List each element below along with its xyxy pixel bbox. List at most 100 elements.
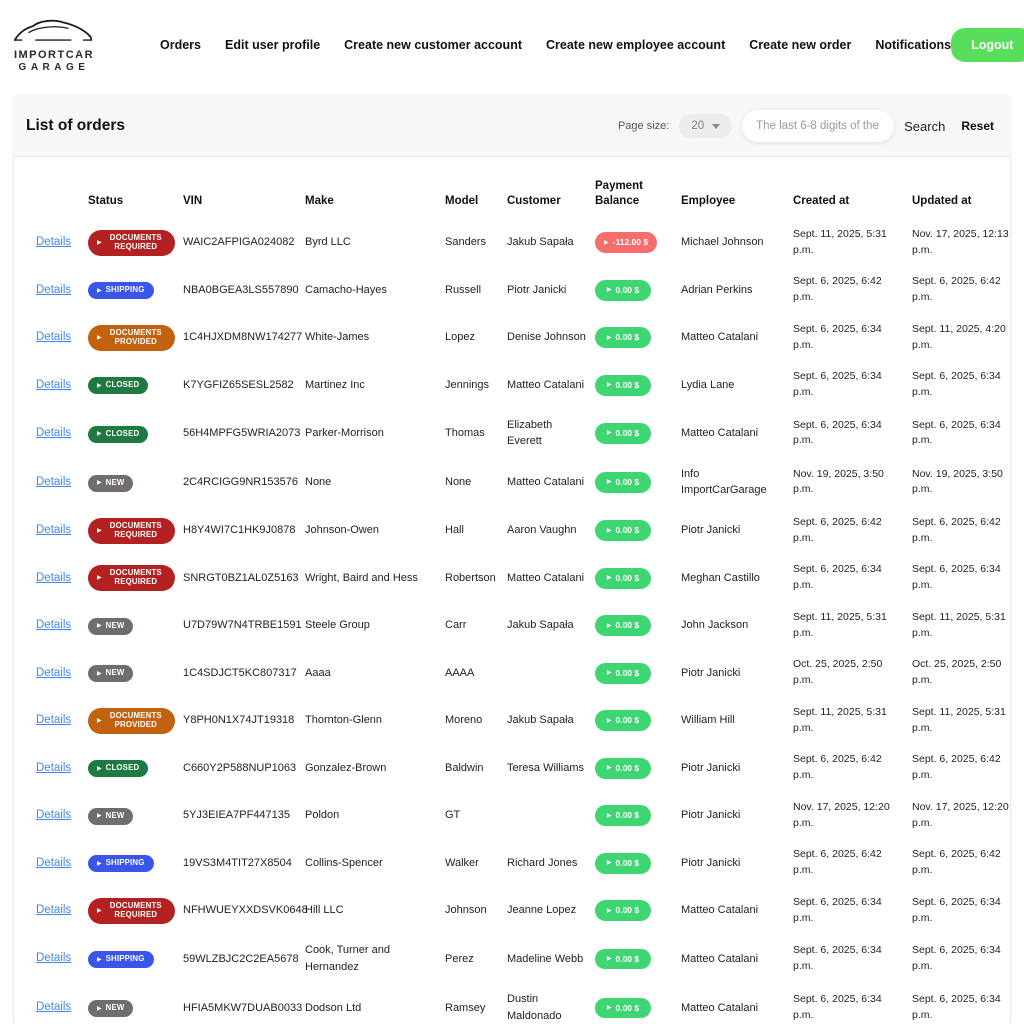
vin-cell: 1C4SDJCT5KC807317 [183, 666, 297, 679]
details-link[interactable]: Details [36, 379, 71, 391]
details-link[interactable]: Details [36, 331, 71, 343]
status-badge: ▶ NEW [88, 665, 134, 683]
model-cell: Jennings [445, 378, 490, 391]
status-badge: ▶ DOCUMENTS PROVIDED [88, 707, 175, 734]
status-badge: ▶ SHIPPING [88, 951, 154, 969]
status-badge: ▶ SHIPPING [88, 282, 154, 300]
details-link[interactable]: Details [36, 857, 71, 869]
play-icon: ▶ [606, 381, 612, 389]
employee-cell: Piotr Janicki [681, 524, 741, 537]
order-row: Details ▶ CLOSED 56H4MPFG5WRIA2073 Parke… [32, 409, 1024, 458]
make-cell: Gonzalez-Brown [305, 761, 387, 774]
employee-cell: Michael Johnson [681, 236, 764, 249]
payment-balance-badge: ▶ 0.00 $ [595, 472, 651, 493]
customer-cell: Elizabeth Everett [507, 418, 553, 448]
details-link[interactable]: Details [36, 762, 71, 774]
brand-name-line2: GARAGE [18, 62, 90, 73]
model-cell: Sanders [445, 236, 486, 249]
nav-item-create-order[interactable]: Create new order [749, 38, 851, 52]
nav-item-orders[interactable]: Orders [160, 38, 201, 52]
customer-cell: Madeline Webb [507, 952, 584, 965]
employee-cell: Matteo Catalani [681, 1001, 759, 1014]
status-badge: ▶ DOCUMENTS PROVIDED [88, 324, 175, 351]
details-link[interactable]: Details [36, 952, 71, 964]
make-cell: Thornton-Glenn [305, 714, 383, 727]
updated-at-cell: Sept. 6, 2025, 6:34 p.m. [912, 993, 1001, 1021]
orders-table: Status VIN Make Model Customer Payment B… [32, 163, 1024, 1024]
employee-cell: Piotr Janicki [681, 856, 741, 869]
play-icon: ▶ [97, 716, 102, 724]
order-row: Details ▶ NEW 2C4RCIGG9NR153576 None Non… [32, 458, 1024, 507]
status-badge: ▶ NEW [88, 1000, 134, 1018]
search-button[interactable]: Search [904, 119, 945, 134]
vin-cell: 19VS3M4TIT27X8504 [183, 856, 292, 869]
main-nav: Orders Edit user profile Create new cust… [160, 38, 951, 52]
column-header-created-at: Created at [793, 194, 850, 207]
created-at-cell: Sept. 6, 2025, 6:34 p.m. [793, 322, 882, 351]
payment-balance-badge: ▶ 0.00 $ [595, 710, 651, 731]
model-cell: GT [445, 809, 461, 822]
play-icon: ▶ [97, 286, 102, 294]
nav-item-create-customer-account[interactable]: Create new customer account [344, 38, 522, 52]
details-link[interactable]: Details [36, 524, 71, 536]
details-link[interactable]: Details [36, 427, 71, 439]
created-at-cell: Oct. 25, 2025, 2:50 p.m. [793, 658, 883, 687]
details-link[interactable]: Details [36, 236, 71, 248]
nav-item-create-employee-account[interactable]: Create new employee account [546, 38, 725, 52]
page-size-label: Page size: [617, 120, 670, 132]
play-icon: ▶ [606, 574, 612, 582]
details-link[interactable]: Details [36, 904, 71, 916]
status-badge: ▶ NEW [88, 474, 134, 492]
reset-button[interactable]: Reset [961, 119, 994, 133]
play-icon: ▶ [97, 669, 102, 677]
created-at-cell: Sept. 6, 2025, 6:34 p.m. [793, 418, 882, 447]
status-badge: ▶ DOCUMENTS REQUIRED [88, 517, 175, 544]
details-link[interactable]: Details [36, 572, 71, 584]
details-link[interactable]: Details [36, 1001, 71, 1013]
logout-button[interactable]: Logout [951, 28, 1024, 62]
page-size-select[interactable]: 20 [679, 114, 733, 138]
details-link[interactable]: Details [36, 714, 71, 726]
updated-at-cell: Sept. 6, 2025, 6:34 p.m. [912, 944, 1001, 972]
play-icon: ▶ [606, 621, 612, 629]
updated-at-cell: Sept. 6, 2025, 6:34 p.m. [912, 370, 1001, 399]
column-header-updated-at: Updated at [912, 194, 972, 207]
employee-cell: Matteo Catalani [681, 904, 759, 917]
updated-at-cell: Nov. 17, 2025, 12:20 p.m. [912, 800, 1009, 829]
play-icon: ▶ [606, 811, 612, 819]
nav-item-notifications[interactable]: Notifications [875, 38, 951, 52]
brand-logo[interactable]: IMPORTCAR GARAGE [12, 17, 96, 73]
employee-cell: William Hill [681, 714, 735, 727]
make-cell: Aaaa [305, 666, 331, 679]
play-icon: ▶ [606, 954, 612, 962]
order-row: Details ▶ NEW HFIA5MKW7DUAB0033 Dodson L… [32, 983, 1024, 1024]
created-at-cell: Sept. 6, 2025, 6:34 p.m. [793, 563, 882, 592]
updated-at-cell: Nov. 19, 2025, 3:50 p.m. [912, 467, 1003, 496]
details-link[interactable]: Details [36, 284, 71, 296]
details-link[interactable]: Details [36, 476, 71, 488]
model-cell: AAAA [445, 666, 475, 679]
play-icon: ▶ [97, 526, 102, 534]
model-cell: Russell [445, 283, 482, 296]
status-badge: ▶ CLOSED [88, 425, 149, 443]
vin-cell: H8Y4WI7C1HK9J0878 [183, 524, 296, 537]
play-icon: ▶ [97, 381, 102, 389]
details-link[interactable]: Details [36, 619, 71, 631]
make-cell: Steele Group [305, 619, 370, 632]
make-cell: Cook, Turner and Hernandez [305, 944, 390, 973]
make-cell: Camacho-Hayes [305, 283, 387, 296]
orders-toolbar: List of orders Page size: 20 Search Rese… [12, 94, 1012, 156]
updated-at-cell: Sept. 6, 2025, 6:42 p.m. [912, 515, 1001, 544]
details-link[interactable]: Details [36, 809, 71, 821]
vin-cell: 2C4RCIGG9NR153576 [183, 476, 298, 489]
status-badge: ▶ NEW [88, 807, 134, 825]
status-badge: ▶ DOCUMENTS REQUIRED [88, 565, 175, 592]
play-icon: ▶ [606, 286, 612, 294]
updated-at-cell: Sept. 11, 2025, 5:31 p.m. [912, 610, 1006, 639]
nav-item-edit-user-profile[interactable]: Edit user profile [225, 38, 320, 52]
employee-cell: Matteo Catalani [681, 952, 759, 965]
vin-search-input[interactable] [742, 110, 895, 142]
model-cell: Hall [445, 524, 464, 537]
make-cell: Johnson-Owen [305, 524, 379, 537]
details-link[interactable]: Details [36, 667, 71, 679]
